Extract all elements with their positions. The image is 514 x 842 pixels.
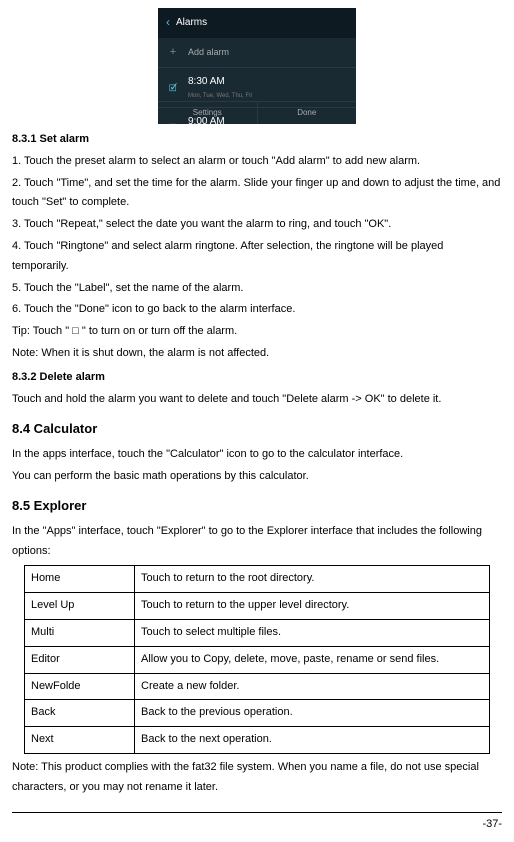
heading-85: 8.5 Explorer xyxy=(12,494,502,517)
table-cell: Next xyxy=(25,727,135,754)
table-cell: Multi xyxy=(25,619,135,646)
table-cell: Level Up xyxy=(25,593,135,620)
body-text: 4. Touch "Ringtone" and select alarm rin… xyxy=(12,237,502,277)
add-alarm-label: Add alarm xyxy=(188,44,229,60)
body-text: In the "Apps" interface, touch "Explorer… xyxy=(12,522,502,562)
back-icon: ‹ xyxy=(166,12,170,34)
body-text: Note: This product complies with the fat… xyxy=(12,758,502,798)
body-text: 1. Touch the preset alarm to select an a… xyxy=(12,152,502,172)
alarms-app-screenshot: ‹ Alarms + Add alarm 🗹 8:30 AM Mon, Tue,… xyxy=(158,8,356,124)
add-alarm-row: + Add alarm xyxy=(158,38,356,69)
table-cell: Back to the next operation. xyxy=(135,727,490,754)
screenshot-footer: Settings Done xyxy=(158,101,356,124)
body-text: In the apps interface, touch the "Calcul… xyxy=(12,445,502,465)
body-text: 6. Touch the "Done" icon to go back to t… xyxy=(12,300,502,320)
table-cell: Touch to return to the upper level direc… xyxy=(135,593,490,620)
table-cell: Allow you to Copy, delete, move, paste, … xyxy=(135,646,490,673)
table-row: NextBack to the next operation. xyxy=(25,727,490,754)
body-text: 5. Touch the "Label", set the name of th… xyxy=(12,279,502,299)
checkbox-checked-icon: 🗹 xyxy=(166,80,180,96)
body-text: Touch and hold the alarm you want to del… xyxy=(12,390,502,410)
footer-settings: Settings xyxy=(158,102,258,124)
page-footer: -37- xyxy=(12,812,502,835)
table-cell: Touch to return to the root directory. xyxy=(135,566,490,593)
table-row: EditorAllow you to Copy, delete, move, p… xyxy=(25,646,490,673)
table-row: HomeTouch to return to the root director… xyxy=(25,566,490,593)
table-row: BackBack to the previous operation. xyxy=(25,700,490,727)
table-cell: Touch to select multiple files. xyxy=(135,619,490,646)
table-cell: Home xyxy=(25,566,135,593)
heading-84: 8.4 Calculator xyxy=(12,417,502,440)
body-text: Note: When it is shut down, the alarm is… xyxy=(12,344,502,364)
body-text: Tip: Touch " □ " to turn on or turn off … xyxy=(12,322,502,342)
screenshot-title: Alarms xyxy=(176,14,207,32)
body-text: 3. Touch "Repeat," select the date you w… xyxy=(12,215,502,235)
table-row: Level UpTouch to return to the upper lev… xyxy=(25,593,490,620)
table-cell: Back to the previous operation. xyxy=(135,700,490,727)
table-cell: Back xyxy=(25,700,135,727)
table-cell: NewFolde xyxy=(25,673,135,700)
heading-831: 8.3.1 Set alarm xyxy=(12,130,502,150)
table-cell: Create a new folder. xyxy=(135,673,490,700)
table-row: MultiTouch to select multiple files. xyxy=(25,619,490,646)
footer-done: Done xyxy=(258,102,357,124)
table-row: NewFoldeCreate a new folder. xyxy=(25,673,490,700)
screenshot-header: ‹ Alarms xyxy=(158,8,356,38)
explorer-options-table: HomeTouch to return to the root director… xyxy=(24,565,490,754)
body-text: You can perform the basic math operation… xyxy=(12,467,502,487)
heading-832: 8.3.2 Delete alarm xyxy=(12,368,502,388)
table-cell: Editor xyxy=(25,646,135,673)
plus-icon: + xyxy=(166,43,180,63)
page-number: -37- xyxy=(482,818,502,830)
alarm1-time: 8:30 AM xyxy=(188,73,252,91)
body-text: 2. Touch "Time", and set the time for th… xyxy=(12,174,502,214)
